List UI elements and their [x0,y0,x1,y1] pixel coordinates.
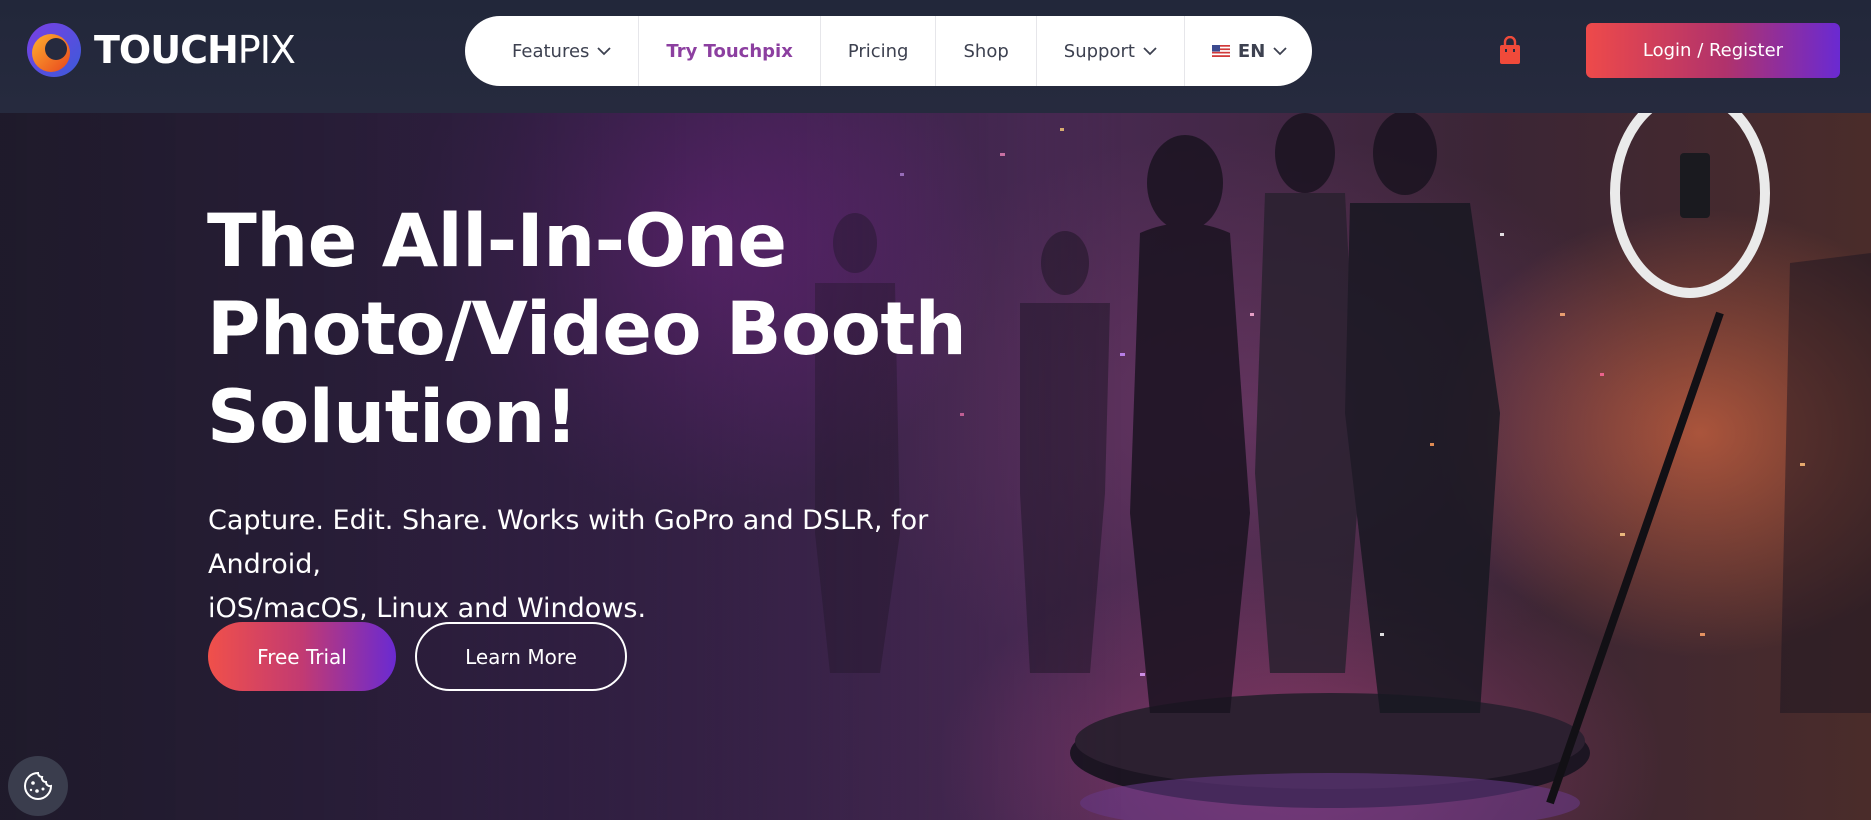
shopping-bag-icon[interactable] [1497,36,1523,66]
language-label: EN [1237,40,1266,62]
nav-item-label: Pricing [847,40,909,62]
hero-section: The All-In-One Photo/Video Booth Solutio… [0,113,1871,820]
headline-line: The All-In-One [207,199,787,284]
subtext-line: Capture. Edit. Share. Works with GoPro a… [208,505,929,580]
nav-item-shop[interactable]: Shop [936,16,1037,86]
nav-item-support[interactable]: Support [1037,16,1185,86]
chevron-down-icon [1273,46,1287,55]
chevron-down-icon [597,46,612,55]
hero-subtext: Capture. Edit. Share. Works with GoPro a… [208,499,988,631]
logo[interactable]: TOUCHPIX [26,22,296,78]
chevron-down-icon [1143,46,1157,55]
nav-item-label: Support [1063,40,1135,62]
headline-line: Solution! [207,375,578,460]
cookie-icon [24,771,53,800]
brand-name-strong: TOUCH [94,28,239,72]
touchpix-logo-icon [27,23,81,77]
language-selector[interactable]: EN [1185,16,1314,86]
nav-item-label: Features [512,40,590,62]
nav-item-label: Try Touchpix [666,40,793,62]
nav-item-pricing[interactable]: Pricing [821,16,937,86]
headline-line: Photo/Video Booth [207,287,967,372]
brand-name-light: PIX [237,28,296,72]
site-header: TOUCHPIX Features Try Touchpix Pricing S… [0,0,1871,113]
nav-item-features[interactable]: Features [485,16,640,86]
main-nav: Features Try Touchpix Pricing Shop Suppo… [465,16,1312,86]
nav-item-label: Shop [963,40,1009,62]
us-flag-icon [1211,45,1230,57]
learn-more-button[interactable]: Learn More [415,622,627,691]
login-register-button[interactable]: Login / Register [1586,23,1840,78]
brand-wordmark: TOUCHPIX [94,28,296,72]
free-trial-button[interactable]: Free Trial [208,622,396,691]
hero-headline: The All-In-One Photo/Video Booth Solutio… [207,198,1027,462]
cookie-settings-button[interactable] [8,756,68,816]
nav-item-try-touchpix[interactable]: Try Touchpix [639,16,821,86]
